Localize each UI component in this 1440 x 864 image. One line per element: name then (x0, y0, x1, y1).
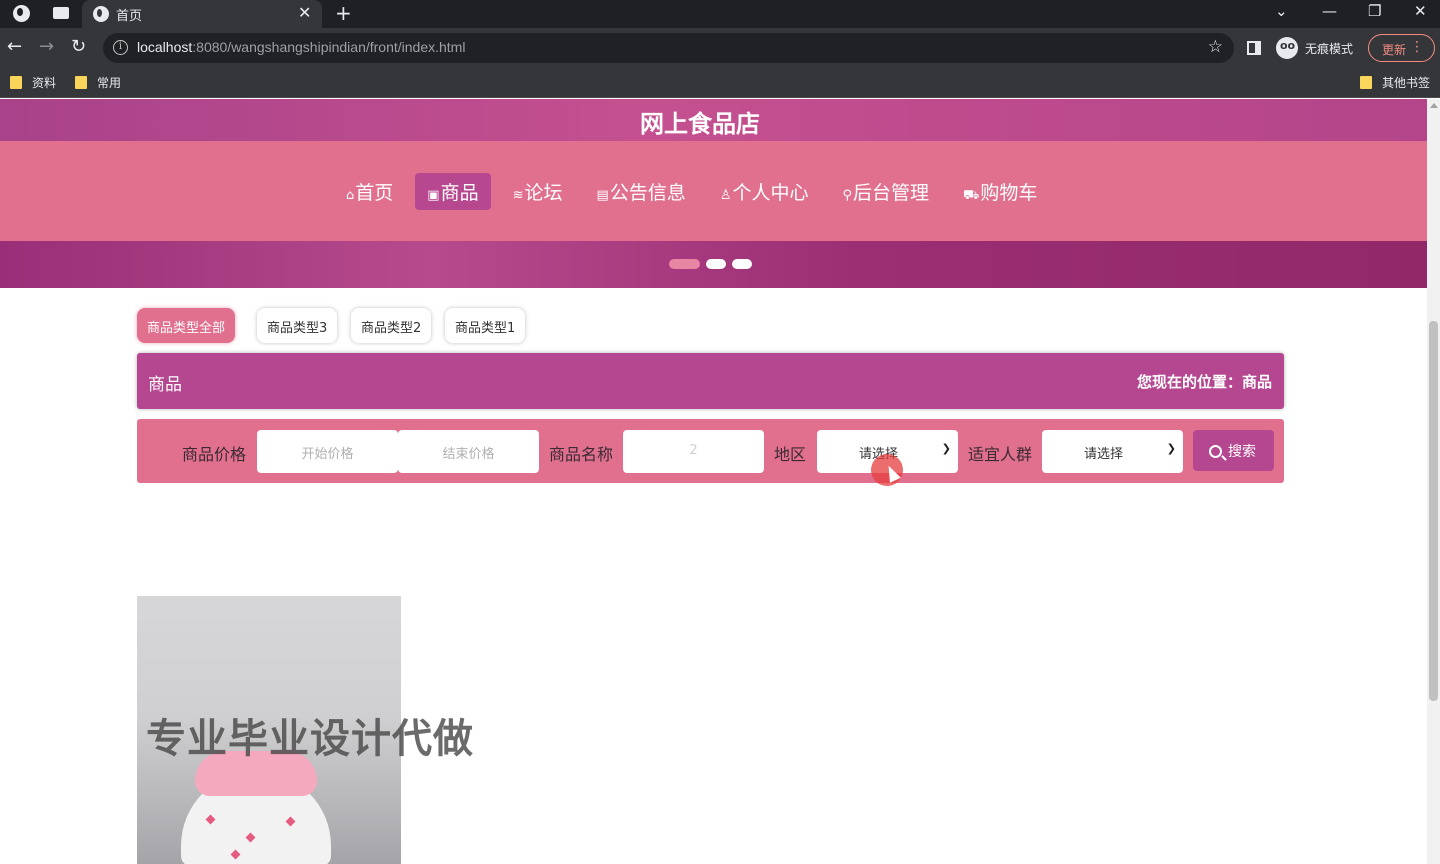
bookmark-folder-changyong[interactable]: 常用 (75, 74, 121, 91)
scroll-up-arrow-icon[interactable] (1430, 103, 1438, 108)
nav-band: ⌂首页 ▣商品 ≋论坛 ▤公告信息 ♙个人中心 ⚲后台管理 ⛟购物车 (0, 141, 1427, 241)
bookmark-star-icon[interactable]: ☆ (1208, 37, 1223, 57)
address-bar[interactable]: i localhost:8080/wangshangshipindian/fro… (103, 33, 1234, 63)
nav-item-products[interactable]: ▣商品 (415, 172, 491, 210)
nav-item-cart[interactable]: ⛟购物车 (951, 173, 1049, 210)
nav-item-label: 首页 (355, 181, 394, 204)
nav-item-label: 商品 (440, 181, 479, 204)
watermark-text: 专业毕业设计代做 (146, 716, 474, 762)
nav-admin-icon: ⚲ (842, 187, 853, 203)
chevron-down-icon: ❯ (1166, 442, 1176, 455)
price-label: 商品价格 (182, 445, 247, 464)
update-button[interactable]: 更新 ⋮ (1368, 34, 1435, 62)
page-viewport: 网上食品店 ⌂首页 ▣商品 ≋论坛 ▤公告信息 ♙个人中心 ⚲后台管理 ⛟购物车 商品类型全… (0, 99, 1427, 864)
tab-title: 首页 (116, 9, 143, 24)
close-window-icon[interactable]: ✕ (1414, 2, 1427, 20)
audience-select[interactable]: 请选择 ❯ (1042, 430, 1183, 473)
browser-tab[interactable]: 首页 ✕ (82, 0, 322, 28)
back-icon[interactable]: ← (7, 36, 22, 57)
nav-home-icon: ⌂ (346, 187, 355, 203)
globe-icon (93, 6, 109, 22)
browser-tab-strip: 首页 ✕ + ⌄ — ❐ ✕ (0, 0, 1440, 28)
category-tab-all[interactable]: 商品类型全部 (137, 308, 236, 343)
side-panel-icon[interactable] (1247, 41, 1261, 55)
forward-icon[interactable]: → (39, 36, 54, 57)
section-title: 商品 (148, 375, 182, 395)
price-min-input[interactable]: 开始价格 (257, 430, 398, 473)
chevron-down-icon: ❯ (941, 442, 951, 455)
search-button[interactable]: 搜索 (1193, 430, 1274, 471)
audience-select-value: 请选择 (1084, 447, 1124, 462)
url-text: localhost:8080/wangshangshipindian/front… (137, 39, 466, 55)
site-info-icon[interactable]: i (113, 40, 128, 55)
nav-item-label: 个人中心 (732, 181, 809, 204)
page-scrollbar[interactable] (1427, 99, 1440, 864)
nav-item-home[interactable]: ⌂首页 (334, 173, 405, 210)
nav-item-label: 后台管理 (853, 181, 930, 204)
nav-item-profile[interactable]: ♙个人中心 (708, 173, 821, 210)
folder-icon (1360, 76, 1372, 89)
bookmark-folder-ziliao[interactable]: 资料 (10, 74, 56, 91)
main-nav: ⌂首页 ▣商品 ≋论坛 ▤公告信息 ♙个人中心 ⚲后台管理 ⛟购物车 (334, 172, 1059, 210)
site-header: 网上食品店 ⌂首页 ▣商品 ≋论坛 ▤公告信息 ♙个人中心 ⚲后台管理 ⛟购物车 (0, 99, 1427, 288)
other-bookmarks[interactable]: 其他书签 (1360, 74, 1430, 91)
more-menu-icon[interactable]: ⋮ (1410, 39, 1424, 55)
nav-announcements-icon: ▤ (596, 187, 609, 203)
search-icon (1209, 445, 1222, 458)
incognito-label: 无痕模式 (1305, 42, 1354, 56)
search-button-label: 搜索 (1228, 444, 1256, 460)
search-form: 商品价格 开始价格 结束价格 商品名称 2 地区 请选择 ❯ 适宜人群 请选择 … (137, 419, 1284, 483)
new-tab-icon[interactable]: + (335, 1, 352, 25)
nav-item-label: 公告信息 (609, 181, 686, 204)
nav-item-label: 论坛 (524, 181, 563, 204)
nav-item-label: 购物车 (980, 181, 1038, 204)
region-label: 地区 (774, 445, 807, 464)
carousel-dot-1[interactable] (669, 259, 700, 269)
name-label: 商品名称 (549, 445, 614, 464)
incognito-icon[interactable] (1276, 37, 1298, 59)
category-tab-1[interactable]: 商品类型1 (445, 308, 526, 343)
nav-item-admin[interactable]: ⚲后台管理 (831, 173, 942, 210)
update-label: 更新 (1382, 43, 1407, 57)
folder-icon (10, 76, 22, 89)
carousel-dot-3[interactable] (732, 259, 752, 269)
carousel-dot-2[interactable] (706, 259, 726, 269)
nav-products-icon: ▣ (427, 187, 440, 203)
nav-item-forum[interactable]: ≋论坛 (501, 173, 575, 210)
section-bar: 商品 您现在的位置：商品 (137, 353, 1284, 409)
tab-search-icon[interactable] (53, 7, 69, 19)
category-tab-3[interactable]: 商品类型3 (257, 308, 338, 343)
tab-list-chevron-icon[interactable]: ⌄ (1275, 2, 1288, 20)
browser-toolbar: ← → ↻ i localhost:8080/wangshangshipindi… (0, 28, 1440, 68)
bookmarks-bar: 资料 常用 其他书签 (0, 68, 1440, 98)
price-max-input[interactable]: 结束价格 (398, 430, 539, 473)
nav-item-announcements[interactable]: ▤公告信息 (585, 173, 698, 210)
nav-cart-icon: ⛟ (963, 187, 980, 203)
scroll-thumb[interactable] (1429, 321, 1438, 701)
audience-label: 适宜人群 (968, 445, 1033, 464)
close-tab-icon[interactable]: ✕ (298, 3, 311, 22)
site-title: 网上食品店 (640, 110, 760, 138)
restore-icon[interactable]: ❐ (1368, 2, 1381, 20)
name-input[interactable]: 2 (623, 430, 764, 473)
reload-icon[interactable]: ↻ (71, 36, 86, 57)
breadcrumb: 您现在的位置：商品 (1136, 373, 1272, 391)
nav-forum-icon: ≋ (512, 187, 524, 203)
nav-profile-icon: ♙ (719, 187, 732, 203)
folder-icon (75, 76, 87, 89)
browser-menu-icon[interactable] (13, 5, 30, 22)
category-tab-2[interactable]: 商品类型2 (351, 308, 432, 343)
minimize-icon[interactable]: — (1322, 2, 1337, 20)
